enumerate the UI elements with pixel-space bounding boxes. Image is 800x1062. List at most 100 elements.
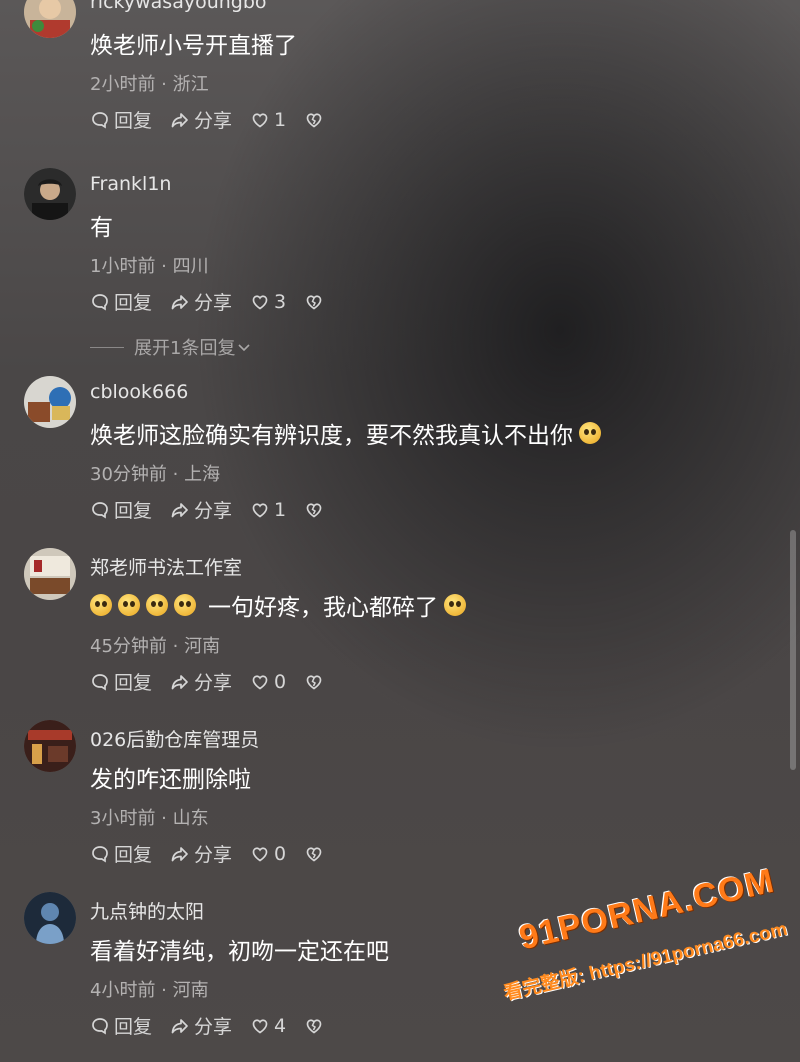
dislike-button[interactable]: [304, 110, 324, 130]
emoji-icon: [146, 594, 168, 616]
like-button[interactable]: 3: [250, 291, 286, 313]
like-button[interactable]: 4: [250, 1015, 286, 1037]
share-arrow-icon: [171, 112, 188, 127]
like-button[interactable]: 1: [250, 109, 286, 131]
divider-line: [90, 346, 124, 348]
comment-text-body: 看着好清纯，初吻一定还在吧: [90, 939, 389, 965]
like-count: 1: [274, 498, 287, 521]
share-label: 分享: [194, 1016, 233, 1038]
username[interactable]: Frankl1n: [90, 173, 171, 195]
reply-button[interactable]: 回复: [90, 840, 152, 867]
comment-meta: 45分钟前 · 河南: [90, 636, 221, 657]
emoji-icon: [90, 594, 112, 616]
expand-replies-label: 展开1条回复: [134, 338, 236, 359]
comment-text-body: 发的咋还删除啦: [90, 767, 251, 793]
reply-button[interactable]: 回复: [90, 106, 152, 133]
share-arrow-icon: [171, 294, 188, 309]
comment-actions: 回复 分享 0: [90, 668, 324, 695]
comment-text: 有: [90, 208, 113, 242]
comment-text: 焕老师这脸确实有辨识度，要不然我真认不出你: [90, 416, 601, 450]
comment-meta: 4小时前 · 河南: [90, 980, 209, 1001]
share-button[interactable]: 分享: [170, 288, 232, 315]
broken-heart-icon: [306, 294, 322, 309]
comment-text: 一句好疼，我心都碎了: [90, 588, 466, 622]
like-button[interactable]: 1: [250, 499, 286, 521]
share-arrow-icon: [171, 1018, 188, 1033]
comment-meta: 30分钟前 · 上海: [90, 464, 221, 485]
share-label: 分享: [194, 844, 233, 866]
comment-bubble-icon: [92, 293, 108, 311]
comment-actions: 回复 分享 1: [90, 496, 324, 523]
reply-button[interactable]: 回复: [90, 1012, 152, 1039]
broken-heart-icon: [306, 846, 322, 861]
reply-label: 回复: [114, 844, 153, 866]
share-label: 分享: [194, 110, 233, 132]
dislike-button[interactable]: [304, 1016, 324, 1036]
username[interactable]: rickywasayoungbo: [90, 0, 267, 13]
heart-icon: [252, 294, 268, 309]
broken-heart-icon: [306, 502, 322, 517]
dislike-button[interactable]: [304, 672, 324, 692]
share-label: 分享: [194, 292, 233, 314]
avatar[interactable]: [24, 548, 76, 600]
dislike-button[interactable]: [304, 292, 324, 312]
share-button[interactable]: 分享: [170, 840, 232, 867]
comment-text-body: 焕老师小号开直播了: [90, 33, 297, 59]
broken-heart-icon: [306, 674, 322, 689]
comment-text-body: 一句好疼，我心都碎了: [208, 595, 438, 621]
expand-replies-button[interactable]: 展开1条回复: [90, 334, 251, 360]
broken-heart-icon: [306, 1018, 322, 1033]
reply-label: 回复: [114, 110, 153, 132]
share-label: 分享: [194, 672, 233, 694]
emoji-icon: [444, 594, 466, 616]
share-button[interactable]: 分享: [170, 668, 232, 695]
emoji-icon: [118, 594, 140, 616]
comment-meta: 2小时前 · 浙江: [90, 74, 209, 95]
comment-actions: 回复 分享 1: [90, 106, 324, 133]
share-arrow-icon: [171, 674, 188, 689]
like-count: 0: [274, 670, 287, 693]
reply-label: 回复: [114, 672, 153, 694]
comment-bubble-icon: [92, 111, 108, 129]
comment-actions: 回复 分享 0: [90, 840, 324, 867]
username[interactable]: 九点钟的太阳: [90, 897, 204, 924]
username[interactable]: cblook666: [90, 381, 188, 403]
avatar[interactable]: [24, 0, 76, 38]
share-button[interactable]: 分享: [170, 496, 232, 523]
avatar[interactable]: [24, 168, 76, 220]
share-arrow-icon: [171, 502, 188, 517]
reply-label: 回复: [114, 1016, 153, 1038]
share-button[interactable]: 分享: [170, 106, 232, 133]
share-button[interactable]: 分享: [170, 1012, 232, 1039]
comment-text: 发的咋还删除啦: [90, 760, 251, 794]
reply-button[interactable]: 回复: [90, 496, 152, 523]
share-arrow-icon: [171, 846, 188, 861]
avatar[interactable]: [24, 720, 76, 772]
avatar[interactable]: [24, 376, 76, 428]
reply-button[interactable]: 回复: [90, 668, 152, 695]
username[interactable]: 郑老师书法工作室: [90, 553, 242, 580]
reply-button[interactable]: 回复: [90, 288, 152, 315]
like-button[interactable]: 0: [250, 843, 286, 865]
comment-text: 看着好清纯，初吻一定还在吧: [90, 932, 389, 966]
heart-icon: [252, 846, 268, 861]
heart-icon: [252, 674, 268, 689]
avatar[interactable]: [24, 892, 76, 944]
comment-meta: 3小时前 · 山东: [90, 808, 209, 829]
comment-actions: 回复 分享 3: [90, 288, 324, 315]
comment-text: 焕老师小号开直播了: [90, 26, 297, 60]
comment-text-body: 有: [90, 215, 113, 241]
scrollbar[interactable]: [790, 530, 796, 770]
comment-bubble-icon: [92, 845, 108, 863]
comment-bubble-icon: [92, 1017, 108, 1035]
dislike-button[interactable]: [304, 500, 324, 520]
username[interactable]: 026后勤仓库管理员: [90, 725, 259, 752]
dislike-button[interactable]: [304, 844, 324, 864]
reply-label: 回复: [114, 500, 153, 522]
reply-label: 回复: [114, 292, 153, 314]
comment-meta: 1小时前 · 四川: [90, 256, 209, 277]
heart-icon: [252, 502, 268, 517]
comment-bubble-icon: [92, 673, 108, 691]
share-label: 分享: [194, 500, 233, 522]
like-button[interactable]: 0: [250, 671, 286, 693]
